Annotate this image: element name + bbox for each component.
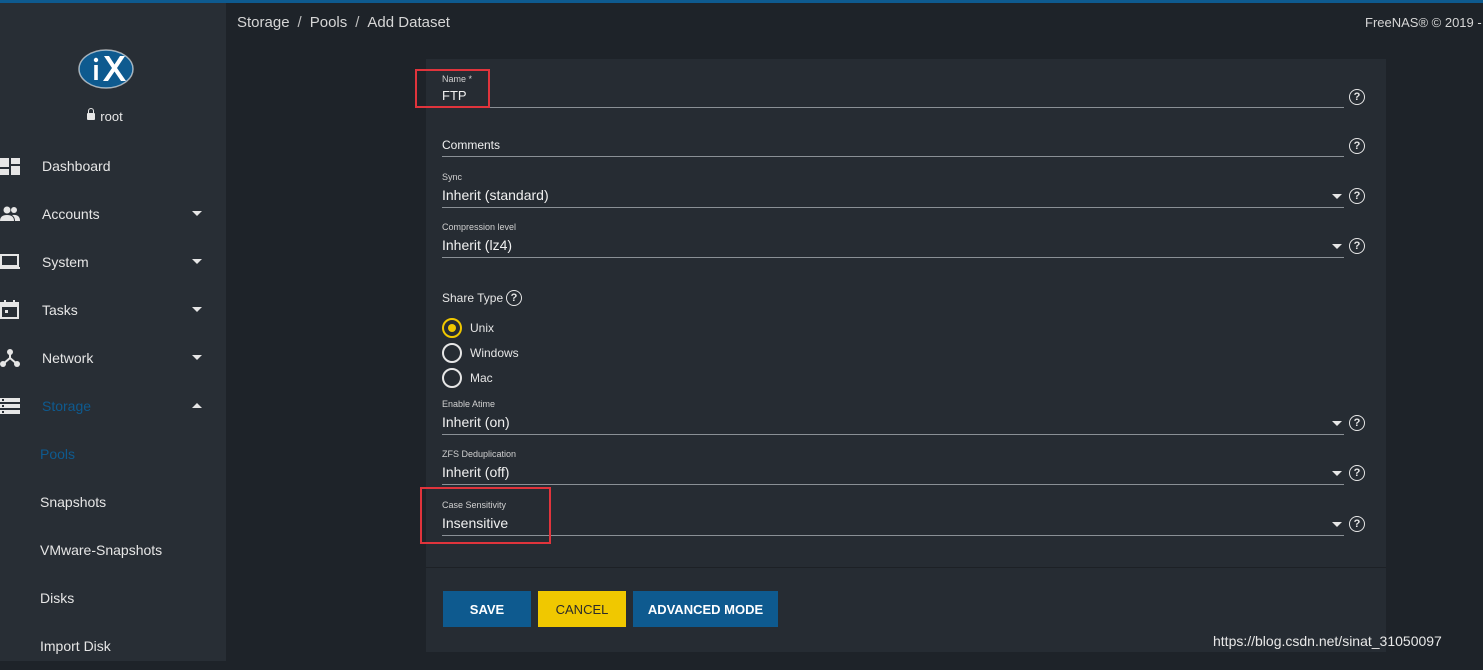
help-icon-sync[interactable]: ? bbox=[1349, 188, 1365, 204]
dedup-value: Inherit (off) bbox=[442, 464, 510, 480]
help-icon-compression[interactable]: ? bbox=[1349, 238, 1365, 254]
sidebar-subitem-vmware-snapshots[interactable]: VMware-Snapshots bbox=[40, 526, 162, 574]
sync-select[interactable]: Sync Inherit (standard) bbox=[442, 170, 1344, 210]
radio-unix[interactable]: Unix bbox=[442, 318, 494, 338]
atime-value: Inherit (on) bbox=[442, 414, 510, 430]
lock-icon bbox=[87, 108, 96, 120]
help-icon-dedup[interactable]: ? bbox=[1349, 465, 1365, 481]
advanced-mode-button[interactable]: ADVANCED MODE bbox=[633, 591, 778, 627]
storage-icon bbox=[0, 398, 20, 414]
help-icon-atime[interactable]: ? bbox=[1349, 415, 1365, 431]
people-icon bbox=[0, 206, 20, 221]
dropdown-arrow-icon bbox=[1332, 421, 1342, 426]
calendar-icon bbox=[0, 300, 19, 319]
highlight-box-case-sensitivity bbox=[420, 487, 551, 544]
sidebar-item-dashboard[interactable]: Dashboard bbox=[0, 142, 226, 190]
dashboard-icon bbox=[0, 158, 20, 175]
compression-value: Inherit (lz4) bbox=[442, 237, 513, 253]
breadcrumb: Storage / Pools / Add Dataset bbox=[237, 14, 450, 31]
comments-field[interactable]: Comments bbox=[442, 136, 1344, 160]
breadcrumb-current: Add Dataset bbox=[367, 14, 450, 31]
dropdown-arrow-icon bbox=[1332, 244, 1342, 249]
breadcrumb-pools[interactable]: Pools bbox=[310, 14, 348, 31]
radio-unchecked-icon[interactable] bbox=[442, 343, 462, 363]
chevron-down-icon bbox=[192, 259, 202, 264]
sync-value: Inherit (standard) bbox=[442, 187, 549, 203]
compression-label: Compression level bbox=[442, 222, 517, 232]
dedup-select[interactable]: ZFS Deduplication Inherit (off) bbox=[442, 447, 1344, 487]
sidebar-item-system[interactable]: System bbox=[0, 238, 226, 286]
chevron-down-icon bbox=[192, 355, 202, 360]
atime-select[interactable]: Enable Atime Inherit (on) bbox=[442, 397, 1344, 437]
name-field[interactable]: Name * FTP bbox=[442, 72, 1344, 110]
network-icon bbox=[0, 349, 20, 367]
sidebar-subitem-pools[interactable]: Pools bbox=[40, 430, 75, 478]
breadcrumb-separator: / bbox=[355, 14, 360, 31]
chevron-down-icon bbox=[192, 307, 202, 312]
sidebar-subitem-import-disk[interactable]: Import Disk bbox=[40, 622, 111, 670]
dropdown-arrow-icon bbox=[1332, 522, 1342, 527]
sync-label: Sync bbox=[442, 172, 463, 182]
breadcrumb-separator: / bbox=[297, 14, 302, 31]
dropdown-arrow-icon bbox=[1332, 471, 1342, 476]
watermark-text: https://blog.csdn.net/sinat_31050097 bbox=[1213, 633, 1442, 649]
radio-mac[interactable]: Mac bbox=[442, 368, 493, 388]
cancel-button[interactable]: CANCEL bbox=[538, 591, 626, 627]
radio-windows[interactable]: Windows bbox=[442, 343, 519, 363]
radio-checked-icon[interactable] bbox=[442, 318, 462, 338]
ix-logo bbox=[78, 49, 134, 89]
sidebar-item-accounts[interactable]: Accounts bbox=[0, 190, 226, 238]
sidebar-item-network[interactable]: Network bbox=[0, 334, 226, 382]
help-icon-comments[interactable]: ? bbox=[1349, 138, 1365, 154]
sidebar-item-storage[interactable]: Storage bbox=[0, 382, 226, 430]
comments-input[interactable]: Comments bbox=[442, 138, 500, 152]
help-icon-name[interactable]: ? bbox=[1349, 89, 1365, 105]
laptop-icon bbox=[0, 254, 20, 269]
help-icon-share-type[interactable]: ? bbox=[506, 290, 522, 306]
radio-unchecked-icon[interactable] bbox=[442, 368, 462, 388]
breadcrumb-storage[interactable]: Storage bbox=[237, 14, 290, 31]
copyright-text: FreeNAS® © 2019 - bbox=[1365, 15, 1482, 30]
chevron-up-icon bbox=[192, 403, 202, 408]
save-button[interactable]: SAVE bbox=[443, 591, 531, 627]
chevron-down-icon bbox=[192, 211, 202, 216]
case-sensitivity-select[interactable]: Case Sensitivity Insensitive bbox=[442, 498, 1344, 538]
dedup-label: ZFS Deduplication bbox=[442, 449, 517, 459]
sidebar-subitem-snapshots[interactable]: Snapshots bbox=[40, 478, 106, 526]
sidebar-subitem-disks[interactable]: Disks bbox=[40, 574, 74, 622]
dropdown-arrow-icon bbox=[1332, 194, 1342, 199]
help-icon-case-sensitivity[interactable]: ? bbox=[1349, 516, 1365, 532]
compression-select[interactable]: Compression level Inherit (lz4) bbox=[442, 220, 1344, 260]
user-label: root bbox=[0, 108, 210, 124]
sidebar-item-tasks[interactable]: Tasks bbox=[0, 286, 226, 334]
atime-label: Enable Atime bbox=[442, 399, 496, 409]
highlight-box-name bbox=[415, 69, 490, 108]
share-type-label: Share Type bbox=[442, 291, 504, 305]
